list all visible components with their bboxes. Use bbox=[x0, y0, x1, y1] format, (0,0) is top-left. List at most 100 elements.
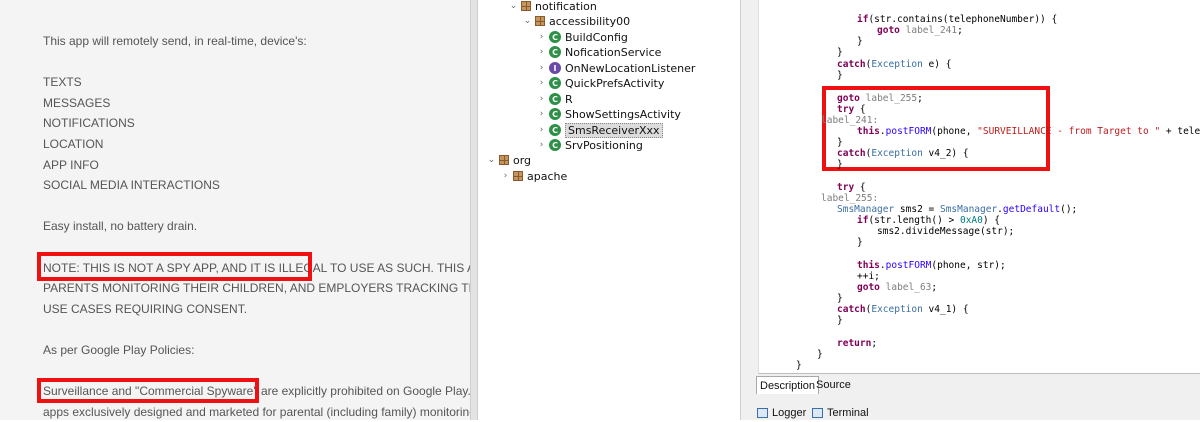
tab-description-label: Description bbox=[760, 379, 816, 392]
source-code-view[interactable]: if(str.contains(telephoneNumber)) {goto … bbox=[758, 0, 1200, 374]
tree-node[interactable]: › C BuildConfig bbox=[536, 29, 628, 45]
terminal-icon bbox=[812, 408, 823, 418]
expand-arrow-icon[interactable]: › bbox=[536, 140, 547, 150]
tree-node[interactable]: ⌄ org bbox=[486, 152, 531, 168]
code-line: catch(Exception v4_1) { bbox=[837, 304, 969, 315]
tree-node-label: BuildConfig bbox=[565, 30, 628, 44]
tree-node-label: QuickPrefsActivity bbox=[565, 76, 665, 90]
description-line: USE CASES REQUIRING CONSENT. bbox=[43, 302, 248, 316]
code-line: label_241: bbox=[821, 115, 879, 126]
code-line: } bbox=[857, 36, 863, 47]
code-line: this.postFORM(phone, str); bbox=[857, 260, 1006, 271]
description-line: SOCIAL MEDIA INTERACTIONS bbox=[43, 178, 220, 192]
code-line: if(str.contains(telephoneNumber)) { bbox=[857, 14, 1058, 25]
package-icon bbox=[499, 155, 509, 165]
tree-node-label: R bbox=[565, 92, 573, 106]
package-icon bbox=[521, 1, 531, 11]
tree-node-label: apache bbox=[527, 169, 568, 183]
code-line: SmsManager sms2 = SmsManager.getDefault(… bbox=[837, 204, 1078, 215]
package-icon bbox=[513, 171, 523, 181]
class-icon: C bbox=[549, 46, 561, 58]
tab-terminal[interactable]: Terminal bbox=[809, 404, 872, 422]
highlight-box bbox=[37, 378, 259, 403]
package-icon bbox=[535, 16, 545, 26]
tree-node-label: notification bbox=[535, 0, 597, 13]
code-line: } bbox=[837, 137, 843, 148]
tree-node[interactable]: ⌄ accessibility00 bbox=[522, 13, 630, 29]
code-line: label_255: bbox=[821, 193, 879, 204]
expand-arrow-icon[interactable]: › bbox=[536, 109, 547, 119]
panel-splitter[interactable] bbox=[470, 0, 478, 420]
description-line: MESSAGES bbox=[43, 96, 111, 110]
collapse-arrow-icon[interactable]: ⌄ bbox=[522, 16, 533, 26]
code-line: goto label_255; bbox=[837, 93, 923, 104]
tree-node-label: SrvPositioning bbox=[565, 138, 643, 152]
code-line: goto label_63; bbox=[857, 282, 938, 293]
expand-arrow-icon[interactable]: › bbox=[536, 78, 547, 88]
package-tree: ⌄ notification ⌄ accessibility00 › C BuildConf… bbox=[478, 0, 740, 420]
tree-node[interactable]: › C QuickPrefsActivity bbox=[536, 75, 665, 91]
tree-node[interactable]: › C R bbox=[536, 91, 573, 107]
code-line: sms2.divideMessage(str); bbox=[877, 226, 1015, 237]
code-line: } bbox=[857, 237, 863, 248]
tab-terminal-label: Terminal bbox=[827, 407, 869, 419]
code-line: } bbox=[837, 70, 843, 81]
logger-icon bbox=[757, 408, 768, 418]
expand-arrow-icon[interactable]: › bbox=[536, 63, 547, 73]
class-icon: C bbox=[549, 108, 561, 120]
highlight-box bbox=[37, 252, 312, 281]
tree-node-label: org bbox=[513, 153, 532, 167]
collapse-arrow-icon[interactable]: ⌄ bbox=[508, 1, 519, 11]
code-line: if(str.length() > 0xA0) { bbox=[857, 215, 1001, 226]
tree-node-label: SmsReceiverXxx bbox=[565, 122, 663, 138]
code-line: try { bbox=[837, 104, 866, 115]
tree-node-label: OnNewLocationListener bbox=[565, 61, 696, 75]
description-line: APP INFO bbox=[43, 158, 99, 172]
code-line: } bbox=[837, 293, 843, 304]
tree-node[interactable]: › C NoficationService bbox=[536, 44, 662, 60]
tree-node[interactable]: › C SmsReceiverXxx bbox=[536, 122, 663, 138]
code-line: } bbox=[837, 159, 843, 170]
collapse-arrow-icon[interactable]: ⌄ bbox=[486, 155, 497, 165]
code-line: } bbox=[837, 47, 843, 58]
tree-node-label: accessibility00 bbox=[549, 14, 631, 28]
code-line: catch(Exception v4_2) { bbox=[837, 148, 969, 159]
tab-logger-label: Logger bbox=[772, 407, 807, 419]
description-line: As per Google Play Policies: bbox=[43, 343, 195, 357]
expand-arrow-icon[interactable]: › bbox=[536, 47, 547, 57]
expand-arrow-icon[interactable]: › bbox=[536, 32, 547, 42]
code-line: ++i; bbox=[857, 271, 880, 282]
description-line: NOTIFICATIONS bbox=[43, 116, 135, 130]
tree-node-label: NoficationService bbox=[565, 45, 662, 59]
expand-arrow-icon[interactable]: › bbox=[536, 94, 547, 104]
tree-node[interactable]: › C SrvPositioning bbox=[536, 137, 643, 153]
tree-node[interactable]: › apache bbox=[500, 168, 568, 184]
description-line: LOCATION bbox=[43, 137, 104, 151]
description-line: This app will remotely send, in real-tim… bbox=[43, 34, 307, 48]
tree-node[interactable]: › C ShowSettingsActivity bbox=[536, 106, 681, 122]
tree-node-label: ShowSettingsActivity bbox=[565, 107, 681, 121]
tab-logger[interactable]: Logger bbox=[754, 404, 809, 422]
tab-description[interactable]: Description bbox=[756, 376, 820, 394]
class-icon: C bbox=[549, 124, 561, 136]
tree-node[interactable]: › I OnNewLocationListener bbox=[536, 60, 696, 76]
tab-source[interactable]: Source bbox=[813, 376, 854, 394]
class-icon: C bbox=[549, 31, 561, 43]
class-icon: C bbox=[549, 93, 561, 105]
tree-node[interactable]: ⌄ notification bbox=[508, 0, 597, 14]
code-line: return; bbox=[837, 338, 878, 349]
expand-arrow-icon[interactable]: › bbox=[500, 171, 511, 181]
interface-icon: I bbox=[549, 62, 561, 74]
tab-source-label: Source bbox=[816, 379, 851, 391]
code-line: } bbox=[796, 360, 802, 371]
code-line: try { bbox=[837, 182, 866, 193]
code-line: } bbox=[817, 349, 823, 360]
code-line: goto label_241; bbox=[877, 25, 963, 36]
description-line: TEXTS bbox=[43, 75, 82, 89]
code-line: } bbox=[837, 315, 843, 326]
app-description-panel: This app will remotely send, in real-tim… bbox=[0, 0, 470, 420]
class-icon: C bbox=[549, 139, 561, 151]
expand-arrow-icon[interactable]: › bbox=[536, 125, 547, 135]
description-line: apps exclusively designed and marketed f… bbox=[43, 405, 470, 419]
description-line: PARENTS MONITORING THEIR CHILDREN, AND E… bbox=[43, 281, 470, 295]
